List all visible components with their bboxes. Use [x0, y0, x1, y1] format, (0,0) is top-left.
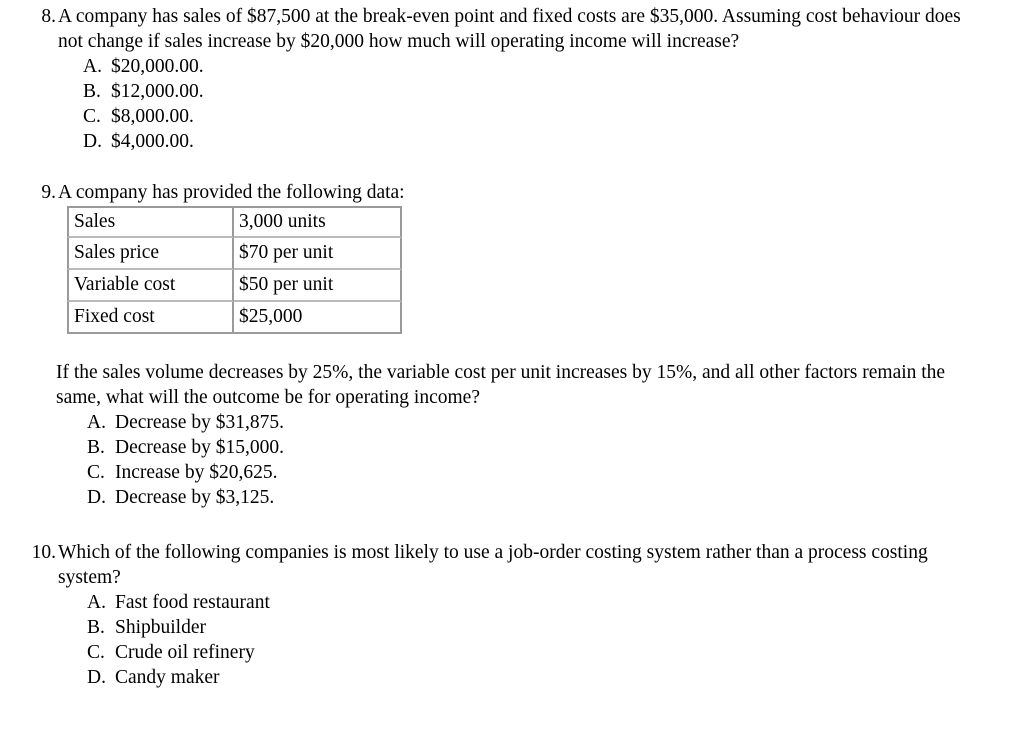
option-letter: B. [83, 81, 101, 102]
option-item[interactable]: B. Decrease by $15,000. [87, 435, 990, 460]
option-text: Shipbuilder [115, 617, 206, 638]
table-cell-value: $70 per unit [234, 238, 402, 270]
question-8-options: A. $20,000.00. B. $12,000.00. C. $8,000.… [20, 54, 990, 154]
question-8: 8. A company has sales of $87,500 at the… [20, 4, 990, 154]
question-9-sub-paragraph: If the sales volume decreases by 25%, th… [56, 362, 946, 408]
question-8-text: A company has sales of $87,500 at the br… [58, 6, 961, 52]
question-10-text: Which of the following companies is most… [58, 542, 928, 588]
table-cell-label: Fixed cost [67, 302, 234, 334]
question-9-number: 9. [41, 182, 56, 203]
option-text: $20,000.00. [111, 56, 204, 77]
option-text: $8,000.00. [111, 106, 194, 127]
question-10: 10. Which of the following companies is … [20, 540, 990, 690]
question-9-text: A company has provided the following dat… [58, 182, 405, 203]
option-text: Increase by $20,625. [115, 462, 278, 483]
option-letter: B. [87, 617, 105, 638]
question-8-header: 8. A company has sales of $87,500 at the… [20, 4, 990, 54]
question-9-header: 9. A company has provided the following … [20, 180, 990, 205]
option-text: Decrease by $15,000. [115, 437, 284, 458]
option-letter: C. [83, 106, 101, 127]
option-letter: D. [83, 131, 102, 152]
option-item[interactable]: A. Fast food restaurant [87, 590, 990, 615]
option-text: Decrease by $31,875. [115, 412, 284, 433]
option-text: $4,000.00. [111, 131, 194, 152]
option-text: Candy maker [115, 667, 220, 688]
table-cell-value: $50 per unit [234, 270, 402, 302]
question-9: 9. A company has provided the following … [20, 180, 990, 510]
option-letter: D. [87, 667, 106, 688]
option-item[interactable]: A. $20,000.00. [83, 54, 990, 79]
option-item[interactable]: C. Increase by $20,625. [87, 460, 990, 485]
question-10-header: 10. Which of the following companies is … [20, 540, 990, 590]
question-10-options: A. Fast food restaurant B. Shipbuilder C… [20, 590, 990, 690]
option-letter: A. [87, 592, 106, 613]
option-text: Decrease by $3,125. [115, 487, 275, 508]
option-item[interactable]: D. Candy maker [87, 665, 990, 690]
option-item[interactable]: B. $12,000.00. [83, 79, 990, 104]
table-cell-value: 3,000 units [234, 206, 402, 238]
option-letter: B. [87, 437, 105, 458]
table-row: Sales 3,000 units [67, 206, 402, 238]
question-9-data-table: Sales 3,000 units Sales price $70 per un… [67, 206, 402, 334]
document-page: 8. A company has sales of $87,500 at the… [0, 0, 1010, 752]
option-text: Fast food restaurant [115, 592, 270, 613]
option-letter: A. [87, 412, 106, 433]
table-cell-value: $25,000 [234, 302, 402, 334]
question-9-options: A. Decrease by $31,875. B. Decrease by $… [20, 410, 990, 510]
table-row: Fixed cost $25,000 [67, 302, 402, 334]
option-item[interactable]: B. Shipbuilder [87, 615, 990, 640]
table-cell-label: Sales price [67, 238, 234, 270]
option-item[interactable]: D. $4,000.00. [83, 129, 990, 154]
option-letter: D. [87, 487, 106, 508]
table-cell-label: Sales [67, 206, 234, 238]
option-item[interactable]: D. Decrease by $3,125. [87, 485, 990, 510]
option-text: $12,000.00. [111, 81, 204, 102]
option-item[interactable]: C. Crude oil refinery [87, 640, 990, 665]
option-item[interactable]: A. Decrease by $31,875. [87, 410, 990, 435]
table-row: Sales price $70 per unit [67, 238, 402, 270]
question-9-data-table-wrapper: Sales 3,000 units Sales price $70 per un… [67, 206, 990, 334]
question-8-number: 8. [41, 6, 56, 27]
option-letter: A. [83, 56, 102, 77]
table-row: Variable cost $50 per unit [67, 270, 402, 302]
option-letter: C. [87, 642, 105, 663]
option-text: Crude oil refinery [115, 642, 255, 663]
option-letter: C. [87, 462, 105, 483]
table-cell-label: Variable cost [67, 270, 234, 302]
question-10-number: 10. [31, 542, 56, 563]
option-item[interactable]: C. $8,000.00. [83, 104, 990, 129]
